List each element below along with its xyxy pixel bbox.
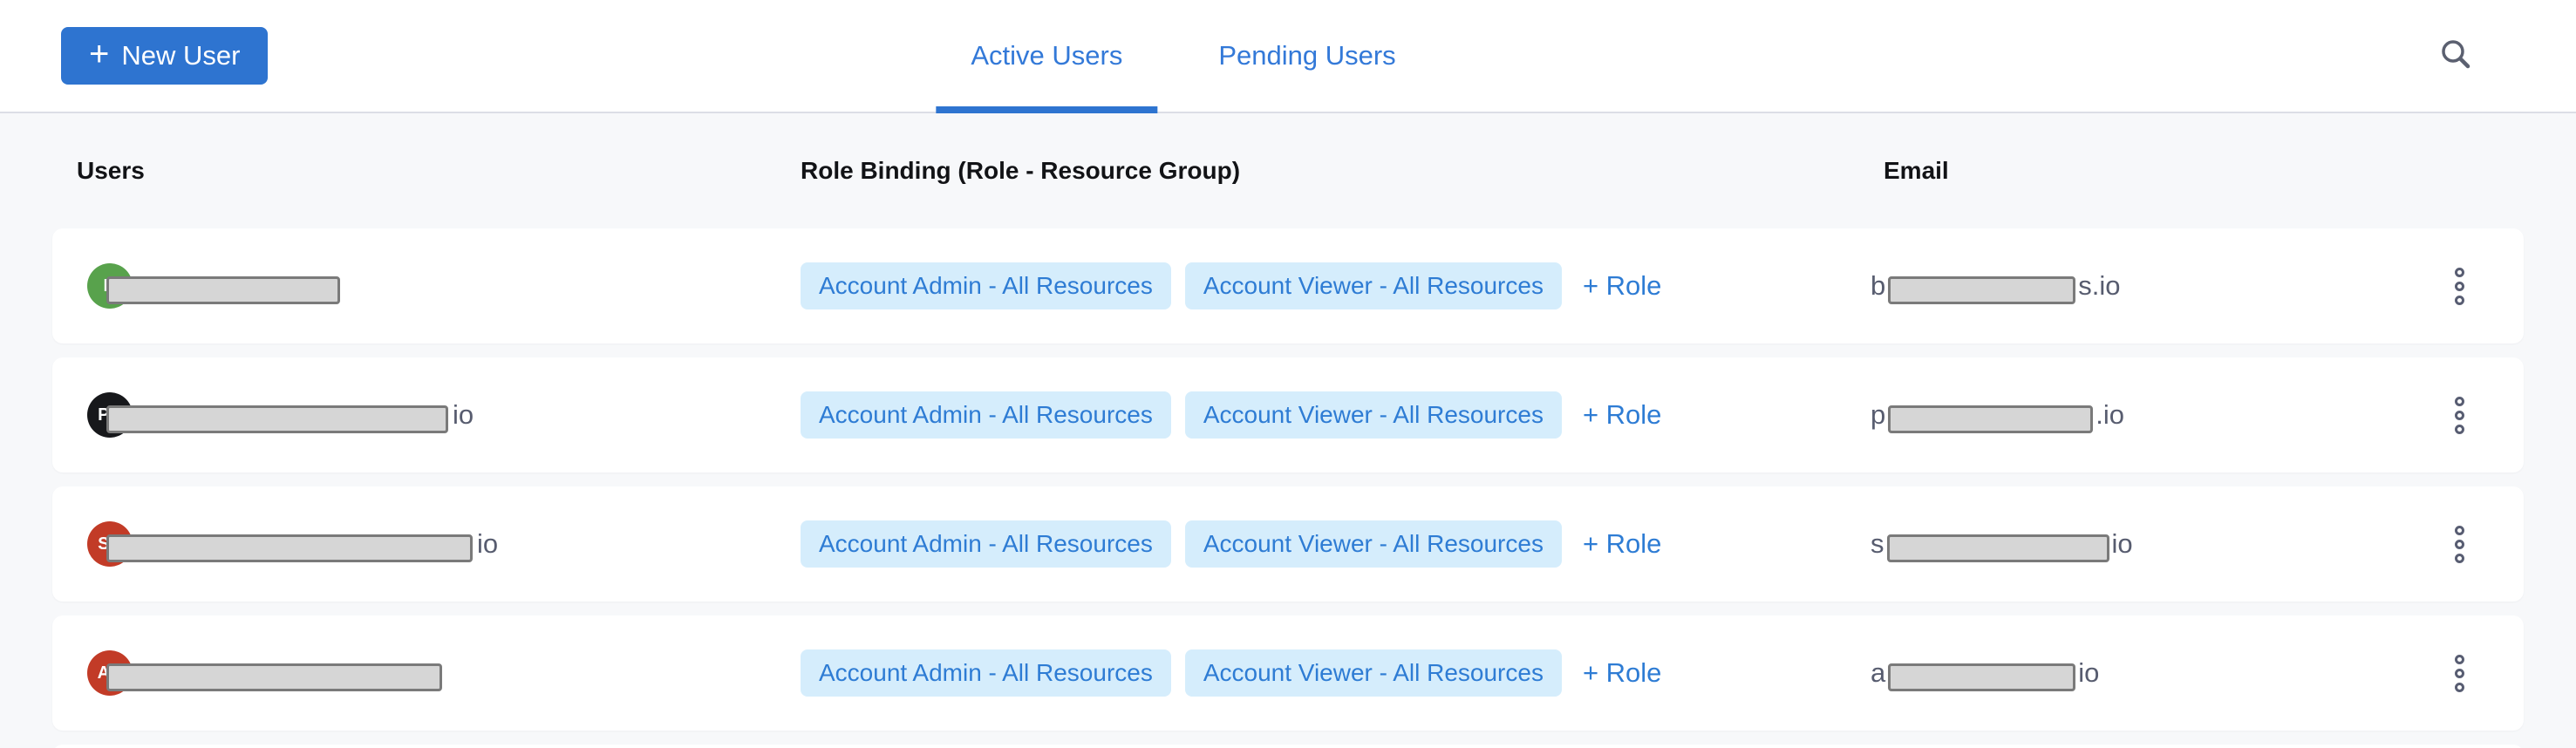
email-fragment: a [1871,657,1885,689]
user-cell: PP io [52,392,801,438]
table-row: PP io Account Admin - All ResourcesAccou… [52,357,2524,473]
col-header-email: Email [1834,157,2350,185]
email-redaction-bar [1888,405,2093,433]
add-role-button[interactable]: + Role [1583,528,1661,560]
user-cell: SP io [52,521,801,567]
email-fragment: io [2078,657,2099,689]
email-fragment: io [2112,528,2133,560]
role-binding-cell: Account Admin - All Resources Account Vie… [801,649,1834,697]
add-role-button[interactable]: + Role [1583,399,1661,431]
user-email-cell: p .io [1834,399,2350,431]
role-binding-cell: Account Admin - All Resources Account Vie… [801,262,1834,309]
user-email-cell: a io [1834,657,2350,689]
email-fragment: .io [2096,399,2124,431]
name-redaction-bar [106,276,340,304]
add-role-button[interactable]: + Role [1583,270,1661,302]
role-badge: Account Admin - All Resources [801,520,1171,568]
role-badge: Account Viewer - All Resources [1185,262,1562,309]
role-badge: Account Viewer - All Resources [1185,391,1562,439]
tab-active-users[interactable]: Active Users [936,0,1157,112]
table-header: Users Role Binding (Role - Resource Grou… [52,113,2524,228]
user-cell: B [52,263,801,309]
role-badge: Account Admin - All Resources [801,649,1171,697]
email-redaction-bar [1888,276,2075,304]
row-actions-cell [2350,262,2524,310]
table-row-partial [52,745,2524,748]
table-row: AS Account Admin - All ResourcesAccount … [52,615,2524,731]
users-table: Users Role Binding (Role - Resource Grou… [0,113,2576,748]
more-options-icon[interactable] [2450,520,2470,568]
top-bar: + New User Active Users Pending Users [0,0,2576,113]
add-role-button[interactable]: + Role [1583,657,1661,689]
col-header-role-binding: Role Binding (Role - Resource Group) [801,157,1834,185]
new-user-button[interactable]: + New User [61,27,268,85]
search-icon[interactable] [2435,33,2478,77]
user-email-cell: b s.io [1834,270,2350,302]
role-badge: Account Admin - All Resources [801,391,1171,439]
role-badge: Account Admin - All Resources [801,262,1171,309]
user-email-cell: s io [1834,528,2350,560]
magnifier-glyph [2438,37,2475,73]
role-binding-cell: Account Admin - All Resources Account Vie… [801,520,1834,568]
table-body: B Account Admin - All Resources Account V… [52,228,2524,731]
email-fragment: s.io [2078,270,2120,302]
tabs: Active Users Pending Users [936,0,1430,112]
new-user-button-label: New User [121,40,240,71]
user-management-screen: + New User Active Users Pending Users Us… [0,0,2576,748]
user-cell: AS [52,650,801,696]
user-name-fragment: io [477,528,498,560]
name-redaction-bar [106,663,442,691]
row-actions-cell [2350,520,2524,568]
email-redaction-bar [1887,534,2109,562]
row-actions-cell [2350,649,2524,697]
tab-pending-users[interactable]: Pending Users [1183,0,1430,112]
email-redaction-bar [1888,663,2075,691]
role-badge: Account Viewer - All Resources [1185,520,1562,568]
col-header-users: Users [52,157,801,185]
email-fragment: s [1871,528,1884,560]
row-actions-cell [2350,391,2524,439]
user-name-fragment: io [453,399,474,431]
email-fragment: p [1871,399,1885,431]
name-redaction-bar [106,405,448,433]
name-redaction-bar [106,534,473,562]
more-options-icon[interactable] [2450,649,2470,697]
role-binding-cell: Account Admin - All Resources Account Vie… [801,391,1834,439]
role-badge: Account Viewer - All Resources [1185,649,1562,697]
plus-icon: + [89,37,109,71]
email-fragment: b [1871,270,1885,302]
more-options-icon[interactable] [2450,262,2470,310]
table-row: SP io Account Admin - All ResourcesAccou… [52,486,2524,602]
table-row: B Account Admin - All Resources Account V… [52,228,2524,343]
more-options-icon[interactable] [2450,391,2470,439]
